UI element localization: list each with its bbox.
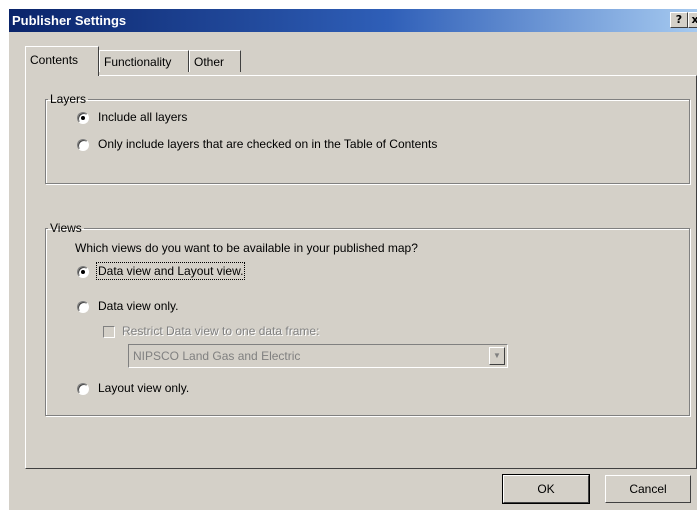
only-checked-layers-radio[interactable] (77, 139, 89, 151)
cancel-button[interactable]: Cancel (605, 475, 691, 503)
views-legend: Views (50, 221, 82, 235)
include-all-layers-label[interactable]: Include all layers (98, 110, 187, 124)
layout-view-only-radio[interactable] (77, 383, 89, 395)
data-frame-select[interactable]: NIPSCO Land Gas and Electric ▼ (128, 344, 508, 368)
data-view-only-radio[interactable] (77, 301, 89, 313)
tab-functionality[interactable]: Functionality (99, 50, 189, 72)
title-bar[interactable]: Publisher Settings ? x (9, 9, 697, 32)
data-view-only-label[interactable]: Data view only. (98, 299, 178, 313)
views-question: Which views do you want to be available … (75, 241, 418, 255)
include-all-layers-radio[interactable] (77, 112, 89, 124)
publisher-settings-dialog: Publisher Settings ? x Contents Function… (8, 8, 697, 510)
layout-view-only-label[interactable]: Layout view only. (98, 381, 189, 395)
dialog-title: Publisher Settings (12, 13, 127, 28)
tab-contents[interactable]: Contents (25, 46, 99, 76)
data-and-layout-view-radio[interactable] (77, 266, 89, 278)
ok-button[interactable]: OK (502, 474, 590, 504)
data-and-layout-view-label[interactable]: Data view and Layout view. (95, 262, 246, 280)
help-icon[interactable]: ? (670, 12, 688, 28)
only-checked-layers-label[interactable]: Only include layers that are checked on … (98, 137, 437, 151)
close-icon[interactable]: x (688, 12, 697, 28)
data-frame-select-value: NIPSCO Land Gas and Electric (133, 349, 301, 363)
layers-legend: Layers (50, 92, 87, 106)
restrict-data-frame-checkbox[interactable] (103, 326, 115, 338)
tab-other[interactable]: Other (189, 50, 241, 72)
chevron-down-icon[interactable]: ▼ (489, 347, 505, 365)
restrict-data-frame-label: Restrict Data view to one data frame: (122, 324, 320, 338)
